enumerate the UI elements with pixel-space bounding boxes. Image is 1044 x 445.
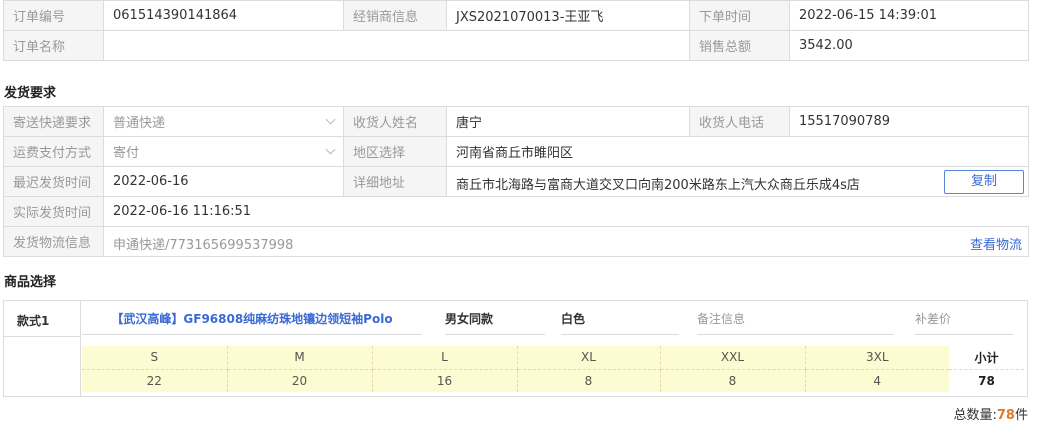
order-info-table: 订单编号 061514390141864 经销商信息 JXS2021070013… <box>3 0 1029 61</box>
order-time-label: 下单时间 <box>689 0 790 31</box>
logistics-cell: 申通快递/773165699537998 查看物流 <box>103 226 1029 257</box>
remark-input[interactable]: 备注信息 <box>697 309 894 335</box>
style-label-cell: 款式1 <box>4 301 81 396</box>
copy-button[interactable]: 复制 <box>944 170 1024 194</box>
express-select-value: 普通快递 <box>113 116 166 131</box>
subtotal-header: 小计 <box>949 346 1024 370</box>
latest-ship-value: 2022-06-16 <box>103 166 344 197</box>
chevron-down-icon <box>325 144 336 155</box>
size-header: XXL <box>660 346 806 370</box>
order-id-value: 061514390141864 <box>103 0 344 31</box>
payment-label: 运费支付方式 <box>3 136 104 167</box>
divider <box>4 336 80 337</box>
logistics-value: 申通快递/773165699537998 <box>113 238 294 253</box>
order-id-label: 订单编号 <box>3 0 104 31</box>
receiver-phone-label: 收货人电话 <box>689 106 790 137</box>
size-quantity[interactable]: 20 <box>227 369 373 392</box>
order-name-label: 订单名称 <box>3 30 104 61</box>
sales-total-value: 3542.00 <box>789 30 1029 61</box>
size-header: S <box>82 346 228 370</box>
size-quantity[interactable]: 8 <box>660 369 806 392</box>
receiver-name-label: 收货人姓名 <box>343 106 447 137</box>
total-quantity: 总数量:78件 <box>954 404 1029 423</box>
logistics-label: 发货物流信息 <box>3 226 104 257</box>
shipping-table: 寄送快递要求 普通快递 收货人姓名 唐宁 收货人电话 15517090789 运… <box>3 106 1029 257</box>
region-label: 地区选择 <box>343 136 447 167</box>
total-unit: 件 <box>1014 408 1028 423</box>
size-quantity[interactable]: 22 <box>82 369 228 392</box>
payment-select-value: 寄付 <box>113 146 140 161</box>
shipping-section-title: 发货要求 <box>4 86 57 101</box>
product-gender: 男女同款 <box>445 309 545 335</box>
address-label: 详细地址 <box>343 166 447 197</box>
product-color: 白色 <box>561 309 679 335</box>
size-header: XL <box>517 346 661 370</box>
size-quantity-table: S M L XL XXL 3XL 小计 22 20 16 8 8 4 78 <box>82 346 1024 392</box>
product-card: 款式1 【武汉高峰】GF96808纯麻纺珠地镶边领短袖Polo 男女同款 白色 … <box>3 300 1028 397</box>
address-value: 商丘市北海路与富商大道交叉口向南200米路东上汽大众商丘乐成4s店 <box>456 178 860 193</box>
sales-total-label: 销售总额 <box>689 30 790 61</box>
extra-price-input[interactable]: 补差价 <box>915 309 1013 335</box>
style-label: 款式1 <box>17 314 50 328</box>
actual-ship-value: 2022-06-16 11:16:51 <box>103 196 1029 227</box>
products-section-title: 商品选择 <box>4 275 57 290</box>
payment-select[interactable]: 寄付 <box>103 136 344 167</box>
region-value: 河南省商丘市睢阳区 <box>446 136 1029 167</box>
size-header: M <box>227 346 373 370</box>
address-cell: 商丘市北海路与富商大道交叉口向南200米路东上汽大众商丘乐成4s店 复制 <box>446 166 1029 197</box>
receiver-phone-value: 15517090789 <box>789 106 1029 137</box>
express-label: 寄送快递要求 <box>3 106 104 137</box>
order-time-value: 2022-06-15 14:39:01 <box>789 0 1029 31</box>
total-value: 78 <box>996 408 1015 423</box>
view-logistics-link[interactable]: 查看物流 <box>970 234 1022 253</box>
latest-ship-label: 最迟发货时间 <box>3 166 104 197</box>
order-name-value <box>103 30 690 61</box>
dealer-label: 经销商信息 <box>343 0 447 31</box>
subtotal-value: 78 <box>949 369 1024 392</box>
size-quantity[interactable]: 8 <box>517 369 661 392</box>
size-quantity[interactable]: 4 <box>805 369 949 392</box>
total-label: 总数量: <box>953 408 997 423</box>
size-header: 3XL <box>805 346 949 370</box>
product-name-link[interactable]: 【武汉高峰】GF96808纯麻纺珠地镶边领短袖Polo <box>82 309 422 335</box>
size-header: L <box>372 346 518 370</box>
receiver-name-value: 唐宁 <box>446 106 690 137</box>
express-select[interactable]: 普通快递 <box>103 106 344 137</box>
chevron-down-icon <box>325 114 336 125</box>
actual-ship-label: 实际发货时间 <box>3 196 104 227</box>
dealer-value: JXS2021070013-王亚飞 <box>446 0 690 31</box>
size-quantity[interactable]: 16 <box>372 369 518 392</box>
